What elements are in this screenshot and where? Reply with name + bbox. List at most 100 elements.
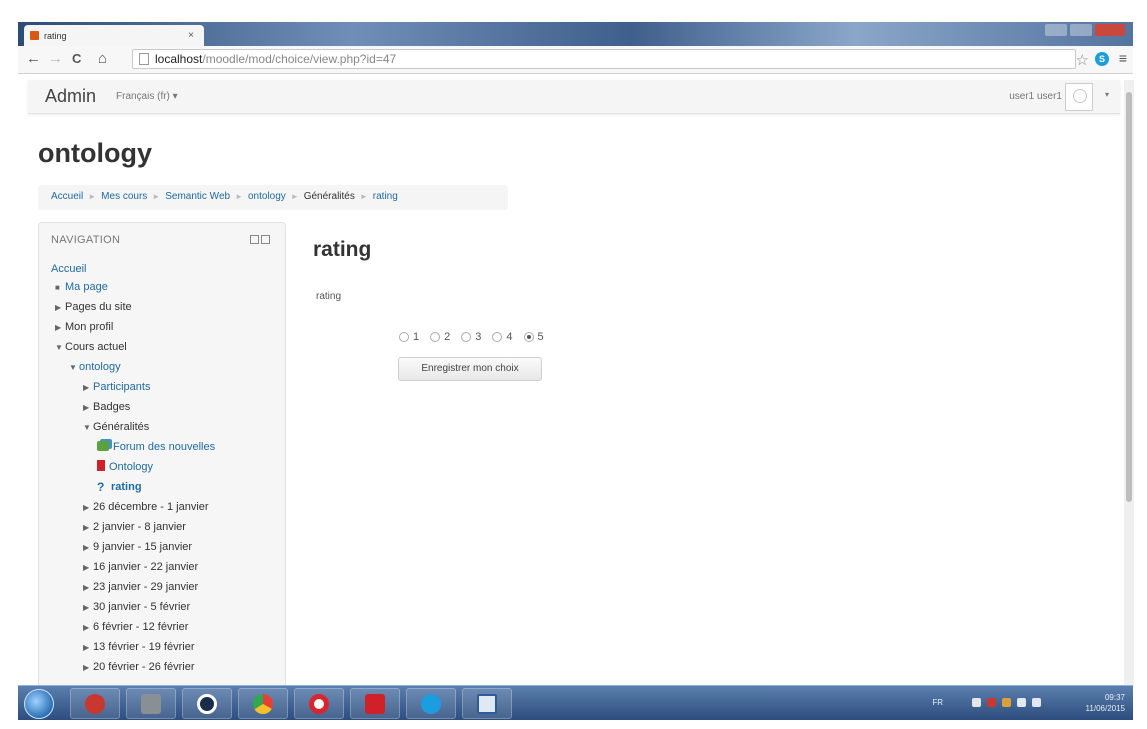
breadcrumb-category[interactable]: Semantic Web — [165, 191, 230, 202]
radio-button[interactable] — [399, 332, 409, 342]
nav-item-ontology-resource[interactable]: Ontology — [97, 460, 153, 474]
nav-item-mon-profil[interactable]: ▶ Mon profil — [55, 320, 113, 335]
taskbar-app-skype[interactable] — [406, 688, 456, 719]
nav-item-week[interactable]: ▶ 23 janvier - 29 janvier — [83, 580, 198, 595]
volume-icon[interactable] — [1032, 698, 1041, 707]
start-button[interactable] — [24, 689, 54, 719]
taskbar-app-camera[interactable] — [126, 688, 176, 719]
site-brand-link[interactable]: Admin — [45, 86, 96, 107]
language-menu[interactable]: Français (fr) ▾ — [116, 91, 178, 102]
collapse-arrow-icon: ▼ — [55, 343, 63, 352]
forward-arrow-icon[interactable]: → — [48, 51, 63, 67]
taskbar-app-window[interactable] — [462, 688, 512, 719]
nav-item-label: 2 janvier - 8 janvier — [93, 521, 186, 533]
nav-item-accueil[interactable]: Accueil — [51, 262, 86, 276]
expand-arrow-icon: ▶ — [83, 603, 90, 612]
nav-item-ontology-course[interactable]: ▼ ontology — [69, 360, 121, 375]
nav-item-rating[interactable]: ? rating — [97, 480, 142, 494]
close-tab-icon[interactable]: × — [188, 30, 194, 41]
nav-item-label: 13 février - 19 février — [93, 641, 195, 653]
taskbar-app-media-player[interactable] — [182, 688, 232, 719]
taskbar-app-acrobat[interactable] — [350, 688, 400, 719]
choice-icon: ? — [97, 480, 105, 494]
nav-item-label: 9 janvier - 15 janvier — [93, 541, 193, 553]
breadcrumb-activity[interactable]: rating — [373, 191, 398, 202]
choice-option-4[interactable]: 4 — [492, 331, 513, 343]
breadcrumb-separator-icon: ► — [88, 192, 97, 201]
nav-item-pages-du-site[interactable]: ▶ Pages du site — [55, 300, 132, 315]
expand-arrow-icon: ▶ — [83, 383, 90, 392]
user-menu-name[interactable]: user1 user1 — [1009, 91, 1062, 102]
tray-arrow-icon[interactable] — [972, 698, 981, 707]
nav-item-week[interactable]: ▶ 20 février - 26 février — [83, 660, 194, 675]
bullet-icon: ■ — [55, 283, 60, 292]
network-icon[interactable] — [1017, 698, 1026, 707]
choice-option-2[interactable]: 2 — [430, 331, 450, 343]
avatar[interactable] — [1065, 83, 1093, 111]
breadcrumb-course[interactable]: ontology — [248, 191, 286, 202]
course-title: ontology — [38, 138, 152, 168]
choice-option-1[interactable]: 1 — [399, 331, 419, 343]
minimize-button[interactable] — [1045, 24, 1067, 36]
dock-block-icon[interactable] — [250, 235, 259, 244]
close-window-button[interactable] — [1095, 24, 1125, 36]
choice-option-label: 1 — [413, 331, 420, 343]
breadcrumb-separator-icon: ► — [235, 192, 243, 201]
nav-item-forum-des-nouvelles[interactable]: Forum des nouvelles — [97, 440, 215, 454]
nav-item-week[interactable]: ▶ 13 février - 19 février — [83, 640, 194, 655]
nav-item-week[interactable]: ▶ 9 janvier - 15 janvier — [83, 540, 192, 555]
nav-item-label: 20 février - 26 février — [93, 661, 195, 673]
input-language-indicator[interactable]: FR — [932, 698, 943, 707]
nav-item-week[interactable]: ▶ 2 janvier - 8 janvier — [83, 520, 186, 535]
collapse-block-icon[interactable] — [261, 235, 270, 244]
expand-arrow-icon: ▶ — [83, 623, 90, 632]
taskbar-app-opera[interactable] — [294, 688, 344, 719]
skype-extension-icon[interactable]: S — [1095, 52, 1109, 66]
nav-item-week[interactable]: ▶ 6 février - 12 février — [83, 620, 188, 635]
user-menu-caret-icon[interactable]: ▾ — [1105, 90, 1109, 99]
radio-button-selected[interactable] — [523, 332, 534, 342]
taskbar-app-skype-security[interactable] — [70, 688, 120, 719]
reload-icon[interactable]: C — [72, 51, 81, 67]
breadcrumb-my-courses[interactable]: Mes cours — [101, 191, 147, 202]
radio-button[interactable] — [461, 332, 472, 342]
clock[interactable]: 09:37 11/06/2015 — [1086, 692, 1125, 714]
browser-menu-icon[interactable]: ≡ — [1119, 50, 1127, 66]
maximize-button[interactable] — [1070, 24, 1092, 36]
nav-item-week[interactable]: ▶ 30 janvier - 5 février — [83, 600, 190, 615]
address-bar[interactable]: localhost/moodle/mod/choice/view.php?id=… — [132, 49, 1076, 69]
url-path: /moodle/mod/choice/view.php?id=47 — [202, 52, 397, 66]
radio-button[interactable] — [430, 332, 441, 342]
clock-time: 09:37 — [1104, 693, 1125, 702]
nav-item-label: 6 février - 12 février — [93, 621, 189, 633]
nav-item-label: 23 janvier - 29 janvier — [93, 581, 199, 593]
back-arrow-icon[interactable]: ← — [26, 51, 41, 67]
window-icon — [477, 693, 497, 714]
home-icon[interactable]: ⌂ — [98, 51, 107, 67]
choice-option-3[interactable]: 3 — [461, 331, 481, 343]
page-scrollbar-thumb[interactable] — [1126, 92, 1132, 502]
expand-arrow-icon: ▶ — [55, 303, 62, 312]
browser-tab[interactable]: rating × — [24, 25, 204, 46]
tray-flag-icon[interactable] — [1002, 698, 1011, 707]
breadcrumb-section[interactable]: Généralités — [304, 191, 355, 202]
nav-item-cours-actuel[interactable]: ▼ Cours actuel — [55, 340, 127, 355]
tray-security-icon[interactable] — [987, 698, 996, 707]
activity-intro: rating — [316, 291, 342, 302]
save-choice-button[interactable]: Enregistrer mon choix — [398, 357, 542, 381]
media-player-icon — [197, 693, 217, 714]
nav-item-ma-page[interactable]: ■ Ma page — [55, 280, 108, 295]
nav-item-participants[interactable]: ▶ Participants — [83, 380, 150, 395]
taskbar-app-chrome[interactable] — [238, 688, 288, 719]
page-icon — [139, 53, 149, 65]
nav-item-week[interactable]: ▶ 16 janvier - 22 janvier — [83, 560, 198, 575]
choice-option-5[interactable]: 5 — [523, 331, 544, 343]
breadcrumb-home[interactable]: Accueil — [51, 191, 83, 202]
nav-item-generalites[interactable]: ▼ Généralités — [83, 420, 149, 435]
bookmark-star-icon[interactable]: ☆ — [1076, 51, 1089, 69]
skype-security-icon — [85, 693, 105, 714]
expand-arrow-icon: ▶ — [83, 523, 90, 532]
radio-button[interactable] — [492, 332, 503, 342]
nav-item-badges[interactable]: ▶ Badges — [83, 400, 130, 415]
nav-item-week[interactable]: ▶ 26 décembre - 1 janvier — [83, 500, 209, 515]
